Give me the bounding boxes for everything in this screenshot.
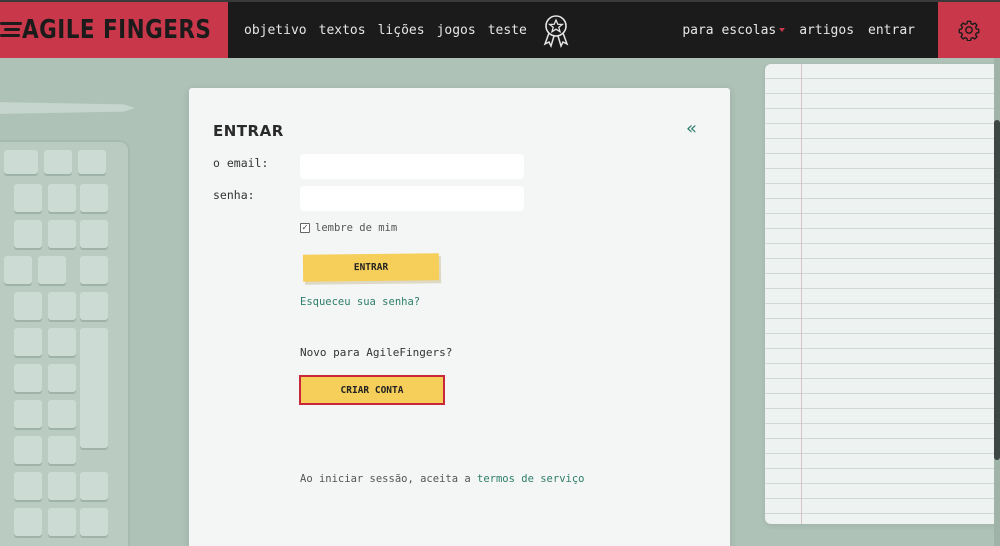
nav-item-teste[interactable]: teste: [482, 23, 533, 38]
chevron-down-icon: [779, 28, 786, 32]
collapse-icon[interactable]: «: [686, 118, 697, 139]
email-label: o email:: [213, 156, 269, 170]
gear-icon: [958, 20, 980, 41]
nav-item-licoes[interactable]: lições: [372, 23, 431, 38]
notebook-illustration: [765, 64, 1000, 524]
login-button[interactable]: ENTRAR: [302, 253, 440, 282]
terms-of-service-link[interactable]: termos de serviço: [477, 473, 584, 485]
settings-button[interactable]: [938, 2, 1000, 58]
pencil-illustration: [0, 102, 135, 114]
speed-lines-icon: [0, 19, 22, 41]
logo[interactable]: AGILE FINGERS: [0, 2, 228, 58]
nav-item-para-escolas[interactable]: para escolas: [675, 23, 792, 38]
forgot-password-link[interactable]: Esqueceu sua senha?: [300, 296, 420, 308]
main-nav: objetivo textos lições jogos teste: [238, 12, 573, 48]
scrollbar-thumb[interactable]: [994, 120, 1000, 460]
login-title: ENTRAR: [213, 122, 284, 140]
terms-notice: Ao iniciar sessão, aceita a termos de se…: [300, 473, 584, 485]
secondary-nav: para escolas artigos entrar: [675, 2, 1000, 58]
remember-me-toggle[interactable]: ✓ lembre de mim: [300, 222, 397, 234]
nav-item-textos[interactable]: textos: [313, 23, 372, 38]
page-scrollbar[interactable]: [994, 58, 1000, 546]
terms-prefix: Ao iniciar sessão, aceita a: [300, 473, 478, 485]
remember-me-label: lembre de mim: [315, 222, 398, 234]
email-field[interactable]: [300, 154, 524, 179]
nav-item-para-escolas-label: para escolas: [682, 22, 777, 38]
award-ribbon-icon[interactable]: [539, 12, 573, 48]
nav-item-entrar[interactable]: entrar: [861, 23, 922, 38]
logo-text: AGILE FINGERS: [22, 15, 212, 45]
password-field[interactable]: [300, 186, 524, 211]
nav-item-objetivo[interactable]: objetivo: [238, 23, 313, 38]
login-card: ENTRAR « o email: senha: ✓ lembre de mim…: [189, 88, 730, 546]
new-user-text: Novo para AgileFingers?: [300, 346, 453, 359]
top-navbar: AGILE FINGERS objetivo textos lições jog…: [0, 0, 1000, 58]
keyboard-illustration: [0, 140, 130, 546]
nav-item-artigos[interactable]: artigos: [792, 23, 861, 38]
nav-item-jogos[interactable]: jogos: [431, 23, 482, 38]
remember-me-checkbox[interactable]: ✓: [300, 223, 310, 233]
create-account-button[interactable]: CRIAR CONTA: [299, 375, 445, 405]
password-label: senha:: [213, 188, 255, 202]
